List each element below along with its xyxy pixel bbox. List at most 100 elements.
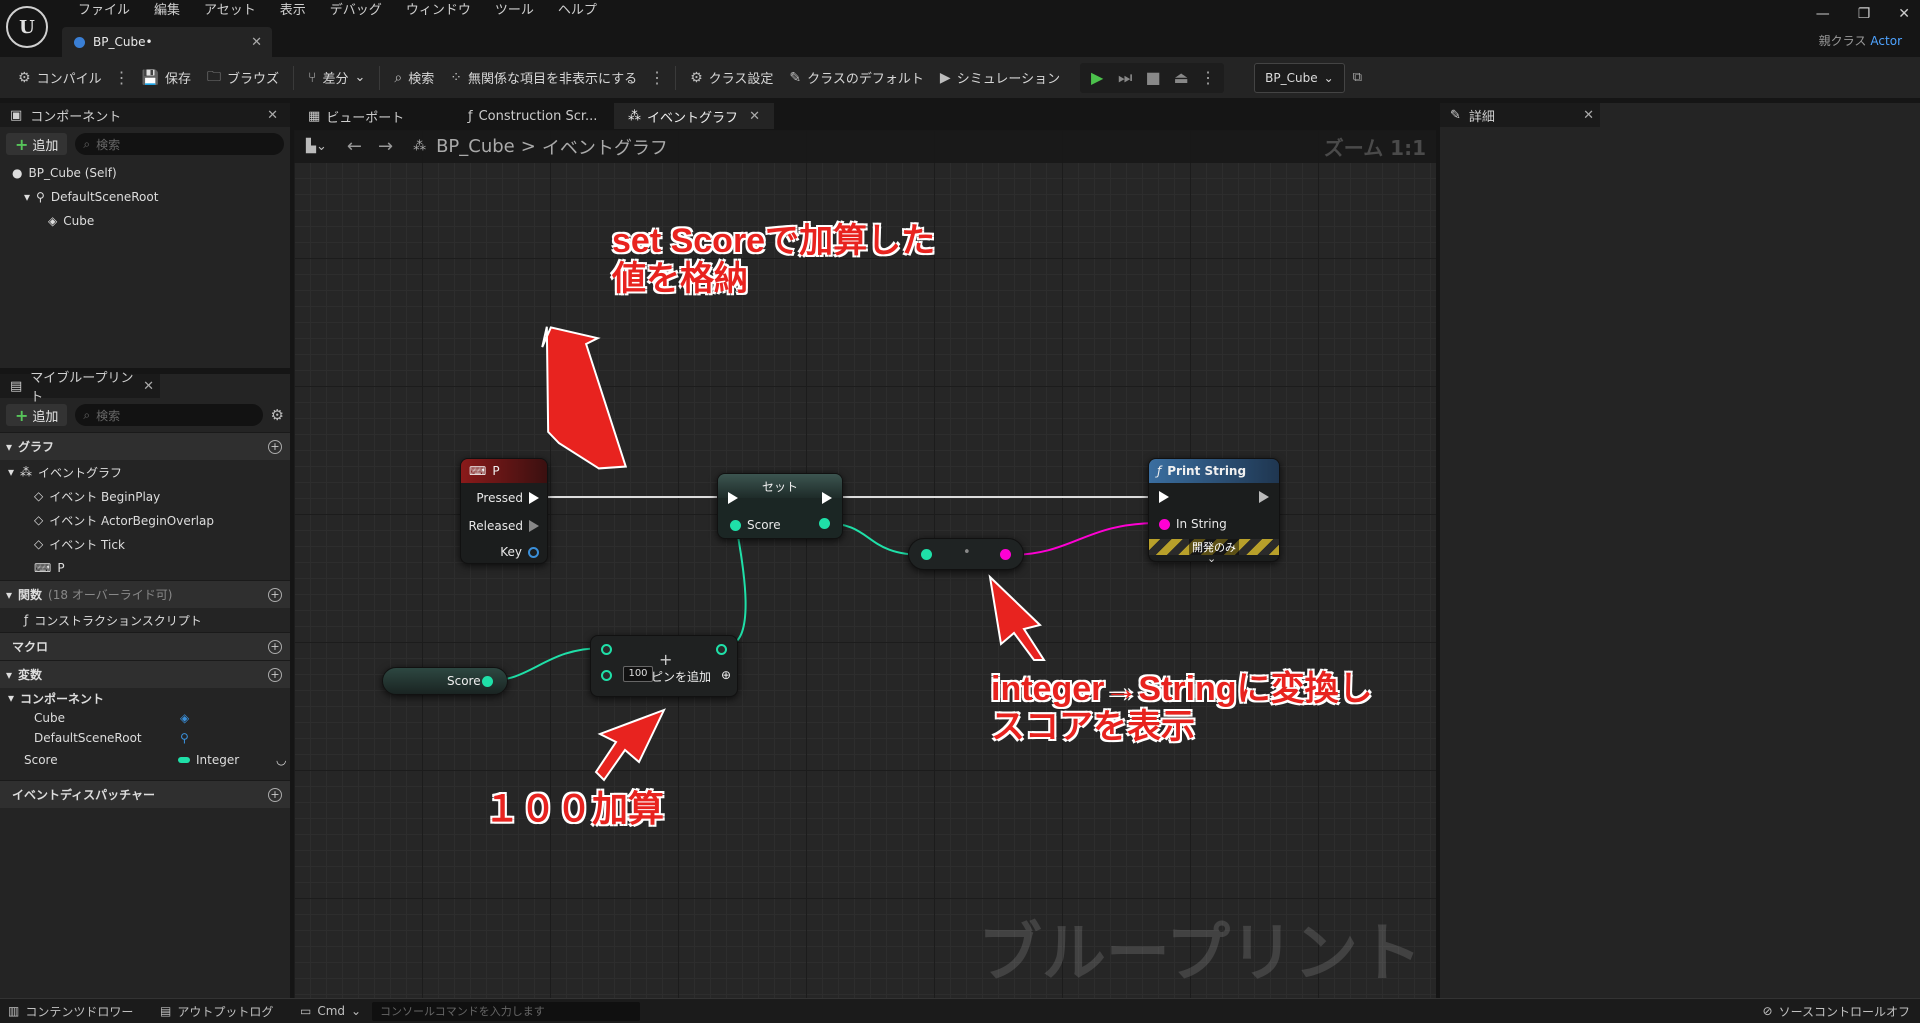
- tab-construction-script[interactable]: ƒ Construction Scr...: [454, 103, 614, 129]
- event-icon: ◇: [34, 537, 44, 551]
- event-item[interactable]: ◇ イベント Tick: [0, 532, 290, 556]
- debug-filter-icon[interactable]: ⧉: [1353, 70, 1362, 85]
- collapse-arrow-icon: ▾: [6, 667, 13, 682]
- scene-root-icon: ⚲: [36, 190, 45, 204]
- menu-help[interactable]: ヘルプ: [546, 0, 609, 22]
- step-icon[interactable]: ⏭: [1112, 65, 1138, 91]
- play-icon[interactable]: ▶: [1084, 65, 1110, 91]
- menu-tools[interactable]: ツール: [483, 0, 546, 22]
- close-window-icon[interactable]: ✕: [1898, 6, 1910, 22]
- close-panel-icon[interactable]: ✕: [143, 379, 154, 394]
- my-blueprint-search-input[interactable]: ⌕ 検索: [75, 404, 263, 426]
- tree-item-root[interactable]: ▾ ⚲ DefaultSceneRoot: [0, 185, 290, 209]
- components-tab[interactable]: ▣ コンポーネント ✕: [0, 103, 290, 127]
- section-macros[interactable]: マクロ +: [0, 632, 290, 660]
- actor-icon: ●: [12, 166, 23, 180]
- compile-button[interactable]: ⚙ コンパイル: [10, 63, 110, 93]
- toolbar-divider: [293, 65, 295, 90]
- add-component-button[interactable]: + 追加: [6, 133, 68, 155]
- annotation-line: integer→Stringに変換し: [991, 670, 1373, 708]
- breadcrumb-graph[interactable]: イベントグラフ: [542, 134, 668, 160]
- forward-arrow-icon[interactable]: →: [378, 136, 393, 157]
- event-label: P: [57, 561, 65, 575]
- main-toolbar: ⚙ コンパイル ⋮ 💾 保存 🗀 ブラウズ ⑂ 差分 ⌄ ⌕ 検索 ⁘ 無関係な項目を非表示に…: [0, 57, 1920, 98]
- close-panel-icon[interactable]: ✕: [1583, 108, 1594, 123]
- menu-edit[interactable]: 編集: [142, 0, 192, 22]
- gear-icon[interactable]: ⚙: [271, 406, 284, 424]
- breadcrumb-blueprint[interactable]: BP_Cube: [436, 136, 515, 157]
- add-icon[interactable]: +: [268, 787, 282, 802]
- add-icon[interactable]: +: [268, 667, 282, 682]
- document-tab[interactable]: BP_Cube• ✕: [62, 27, 272, 57]
- play-options-icon[interactable]: ⋮: [1196, 68, 1220, 87]
- section-graphs[interactable]: ▾ グラフ +: [0, 432, 290, 460]
- class-defaults-button[interactable]: ✎ クラスのデフォルト: [781, 63, 931, 93]
- variable-item-score[interactable]: Score Integer ◡: [0, 748, 290, 772]
- add-member-button[interactable]: + 追加: [6, 404, 68, 426]
- construction-script-item[interactable]: ƒ コンストラクションスクリプト: [0, 608, 290, 632]
- event-graph-icon: ⁂: [20, 465, 33, 479]
- menu-file[interactable]: ファイル: [66, 0, 142, 22]
- details-panel: ✎ 詳細 ✕: [1440, 103, 1920, 998]
- variable-item-root[interactable]: DefaultSceneRoot ⚲: [0, 728, 290, 748]
- tree-item-self[interactable]: ● BP_Cube (Self): [0, 161, 290, 185]
- output-log-button[interactable]: ▤ アウトプットログ: [160, 1003, 290, 1020]
- close-tab-icon[interactable]: ✕: [251, 35, 262, 50]
- source-control-button[interactable]: ⊘ ソースコントロールオフ: [1763, 1003, 1910, 1020]
- back-arrow-icon[interactable]: ←: [347, 136, 362, 157]
- my-blueprint-tab[interactable]: ▤ マイブループリント ✕: [0, 371, 160, 405]
- browse-button[interactable]: 🗀 ブラウズ: [199, 63, 287, 93]
- menu-bar: ファイル 編集 アセット 表示 デバッグ ウィンドウ ツール ヘルプ: [66, 0, 609, 22]
- find-button[interactable]: ⌕ 検索: [386, 63, 442, 93]
- class-settings-button[interactable]: ⚙ クラス設定: [682, 63, 781, 93]
- event-item[interactable]: ◇ イベント BeginPlay: [0, 484, 290, 508]
- simulation-label: シミュレーション: [956, 72, 1061, 87]
- variable-item-cube[interactable]: Cube ◈: [0, 708, 290, 728]
- section-label: グラフ: [18, 440, 55, 454]
- save-button[interactable]: 💾 保存: [134, 63, 199, 93]
- bookmark-icon[interactable]: ▙⌄: [306, 139, 327, 154]
- add-icon[interactable]: +: [268, 439, 282, 454]
- menu-window[interactable]: ウィンドウ: [394, 0, 483, 22]
- section-functions[interactable]: ▾ 関数 (18 オーバーライド可) +: [0, 580, 290, 608]
- menu-view[interactable]: 表示: [268, 0, 318, 22]
- eject-icon[interactable]: ⏏: [1168, 65, 1194, 91]
- tree-item-cube[interactable]: ◈ Cube: [0, 209, 290, 233]
- content-drawer-button[interactable]: ▥ コンテンツドロワー: [0, 1003, 160, 1020]
- details-tab[interactable]: ✎ 詳細 ✕: [1440, 103, 1600, 127]
- console-input[interactable]: コンソールコマンドを入力します: [372, 1001, 640, 1021]
- hide-unrelated-icon: ⁘: [450, 69, 462, 86]
- compile-options-icon[interactable]: ⋮: [110, 68, 134, 87]
- section-event-dispatchers[interactable]: イベントディスパッチャー +: [0, 780, 290, 808]
- restore-icon[interactable]: ❐: [1858, 6, 1871, 22]
- hide-unrelated-button[interactable]: ⁘ 無関係な項目を非表示にする: [442, 63, 645, 93]
- simulation-button[interactable]: ▶ シミュレーション: [932, 63, 1068, 93]
- source-control-icon: ⊘: [1762, 1004, 1773, 1018]
- add-icon[interactable]: +: [268, 587, 282, 602]
- cmd-selector[interactable]: ▭ Cmd ⌄: [290, 1004, 372, 1018]
- more-options-icon[interactable]: ⋮: [645, 68, 669, 87]
- event-item[interactable]: ⌨ P: [0, 556, 290, 580]
- stop-icon[interactable]: ■: [1140, 65, 1166, 91]
- tab-event-graph[interactable]: ⁂ イベントグラフ ✕: [614, 103, 774, 129]
- diff-button[interactable]: ⑂ 差分 ⌄: [300, 63, 373, 93]
- variable-label: Score: [24, 753, 58, 767]
- visibility-eye-icon[interactable]: ◡: [276, 753, 286, 767]
- debug-object-selector[interactable]: BP_Cube ⌄: [1254, 62, 1345, 93]
- event-item[interactable]: ◇ イベント ActorBeginOverlap: [0, 508, 290, 532]
- section-sub-label: (18 オーバーライド可): [48, 588, 173, 602]
- collapse-arrow-icon: ▾: [8, 465, 15, 479]
- close-tab-icon[interactable]: ✕: [749, 109, 760, 124]
- menu-asset[interactable]: アセット: [192, 0, 268, 22]
- tab-viewport[interactable]: ▦ ビューポート: [294, 103, 454, 129]
- close-panel-icon[interactable]: ✕: [267, 108, 278, 123]
- section-variables[interactable]: ▾ 変数 +: [0, 660, 290, 688]
- variable-group-components[interactable]: ▾ コンポーネント: [0, 688, 290, 708]
- add-icon[interactable]: +: [268, 639, 282, 654]
- graph-item-event-graph[interactable]: ▾ ⁂ イベントグラフ: [0, 460, 290, 484]
- menu-debug[interactable]: デバッグ: [318, 0, 394, 22]
- parent-class-link[interactable]: Actor: [1870, 34, 1902, 48]
- event-graph-canvas[interactable]: ⌨ P Pressed Released Key セット Score • ƒ Pri…: [294, 130, 1436, 998]
- minimize-icon[interactable]: —: [1816, 6, 1830, 22]
- components-search-input[interactable]: ⌕ 検索: [75, 133, 284, 155]
